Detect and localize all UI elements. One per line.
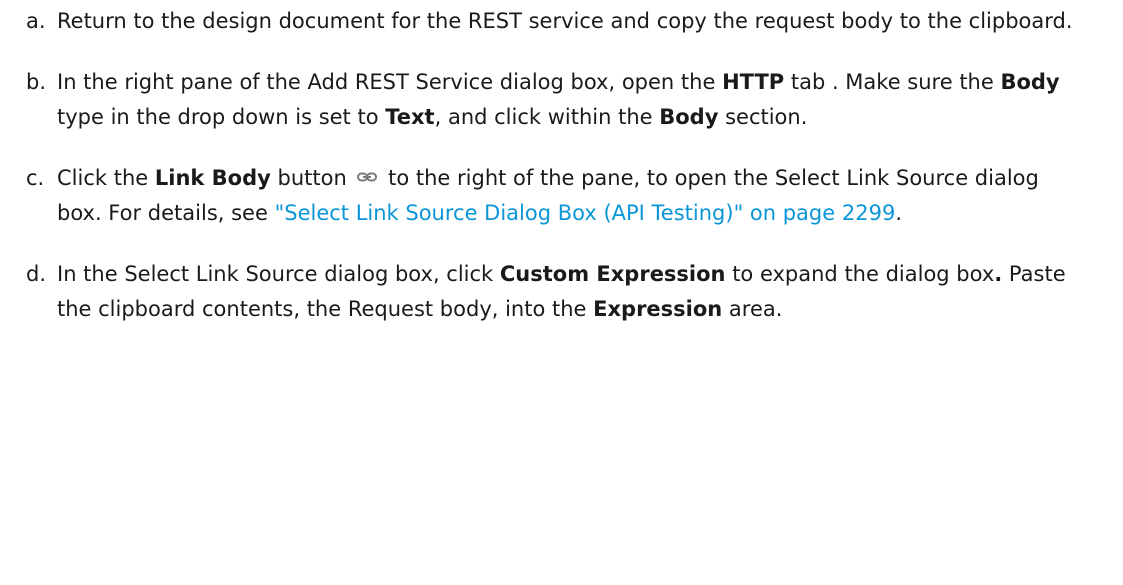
step-marker: a. (26, 9, 46, 33)
step-marker: d. (26, 262, 47, 286)
procedure-steps: a. Return to the design document for the… (0, 0, 1123, 327)
step-marker: b. (26, 70, 47, 94)
step-marker: c. (26, 166, 45, 190)
step-text: In the right pane of the Add REST Servic… (57, 70, 1060, 129)
step-b: b. In the right pane of the Add REST Ser… (0, 65, 1077, 135)
ui-term-link-body: Link Body (154, 166, 271, 190)
ui-term-http: HTTP (722, 70, 785, 94)
step-text: In the Select Link Source dialog box, cl… (57, 262, 1066, 321)
ui-term-body: Body (659, 105, 719, 129)
step-a: a. Return to the design document for the… (0, 4, 1077, 39)
ui-term-custom-expression: Custom Expression (499, 262, 726, 286)
cross-reference-link[interactable]: "Select Link Source Dialog Box (API Test… (275, 201, 896, 225)
ui-term-text: Text (385, 105, 435, 129)
ui-term-body: Body (1000, 70, 1060, 94)
ui-term-expression: Expression (593, 297, 723, 321)
step-c: c. Click the Link Body button to the rig… (0, 161, 1077, 231)
step-text: Click the Link Body button to the right … (57, 166, 1039, 225)
step-text: Return to the design document for the RE… (57, 9, 1073, 33)
link-icon (357, 172, 378, 182)
step-d: d. In the Select Link Source dialog box,… (0, 257, 1077, 327)
